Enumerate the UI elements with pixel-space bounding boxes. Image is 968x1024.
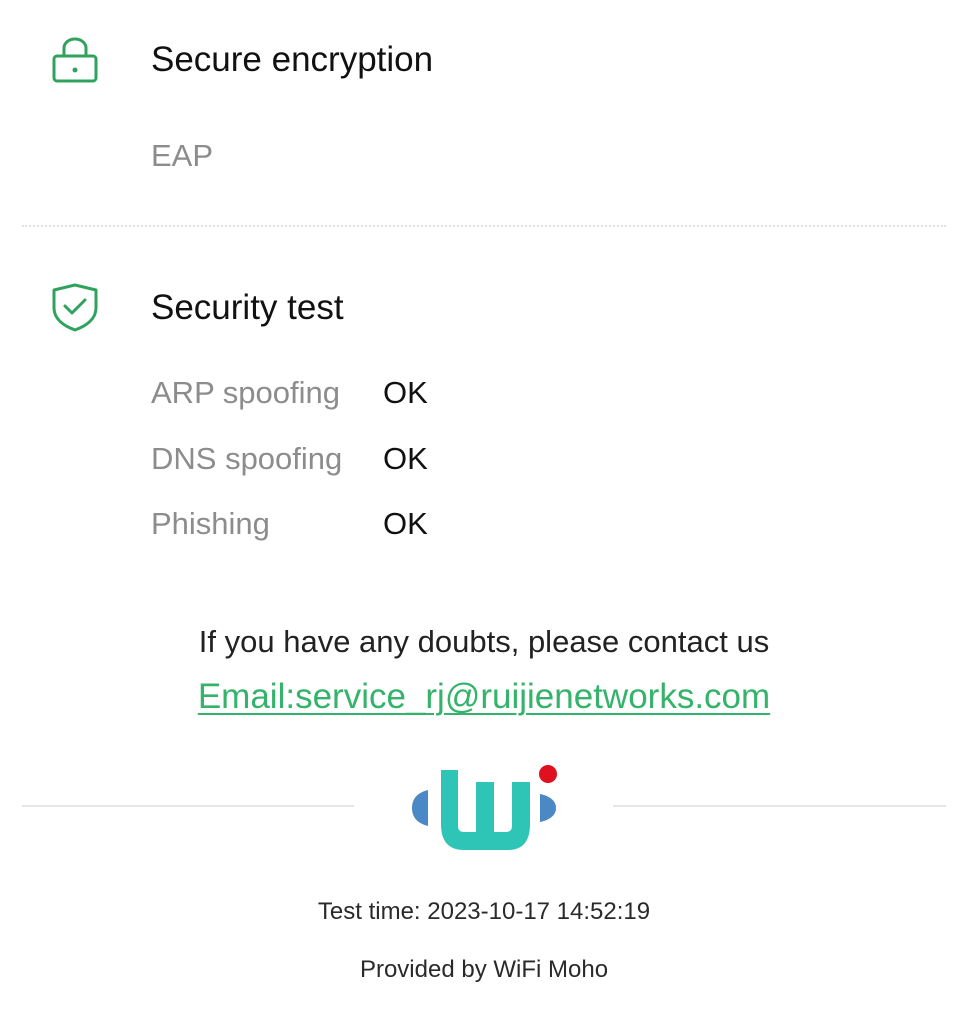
contact-email-row: Email:service_rj@ruijienetworks.com (0, 677, 968, 717)
email-link[interactable]: Email:service_rj@ruijienetworks.com (198, 677, 770, 716)
logo-divider-left (22, 805, 354, 807)
test-label: DNS spoofing (151, 441, 343, 476)
test-value: OK (383, 506, 428, 541)
logo-divider-right (613, 805, 946, 807)
provided-by: Provided by WiFi Moho (359, 956, 609, 983)
wifi-moho-logo-icon (408, 760, 564, 856)
encryption-value: EAP (151, 138, 214, 173)
encryption-section-header: Secure encryption (0, 32, 968, 92)
test-row-arp: ARP spoofing OK (151, 375, 651, 415)
security-test-section-header: Security test (0, 280, 968, 340)
section-divider (22, 225, 946, 227)
lock-icon (50, 36, 100, 86)
shield-check-icon (50, 282, 100, 332)
test-row-phishing: Phishing OK (151, 506, 651, 546)
contact-text: If you have any doubts, please contact u… (198, 624, 770, 659)
test-value: OK (383, 375, 428, 410)
security-test-title: Security test (151, 288, 344, 327)
test-row-dns: DNS spoofing OK (151, 441, 651, 481)
test-label: Phishing (151, 506, 270, 541)
test-label: ARP spoofing (151, 375, 340, 410)
test-value: OK (383, 441, 428, 476)
encryption-title: Secure encryption (151, 40, 434, 79)
test-time: Test time: 2023-10-17 14:52:19 (317, 898, 651, 925)
